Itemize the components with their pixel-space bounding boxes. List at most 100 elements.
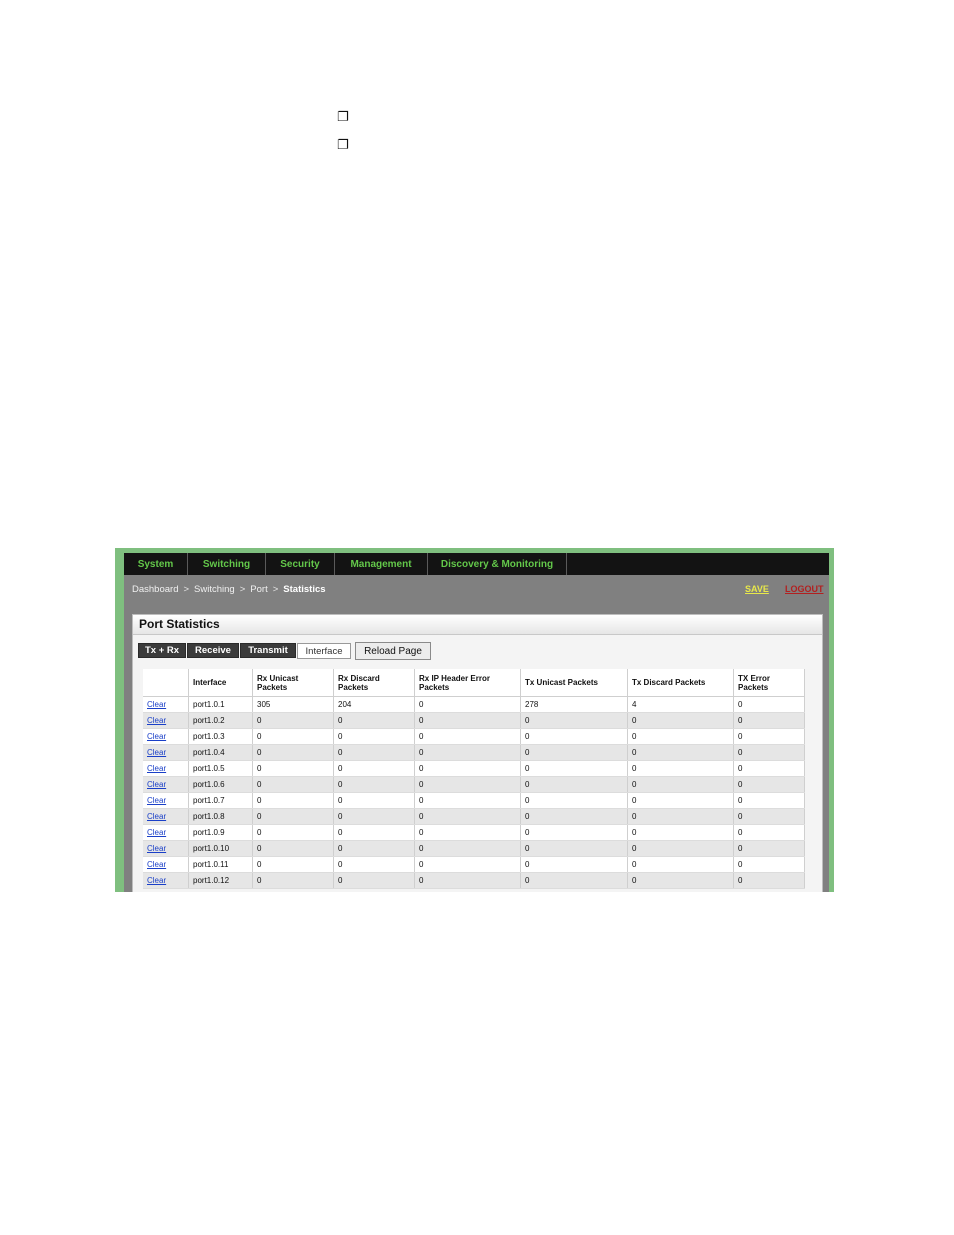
action-cell: Clear (143, 856, 189, 873)
tx-unicast-cell: 278 (520, 696, 628, 713)
save-link[interactable]: SAVE (745, 584, 769, 594)
tx-unicast-cell: 0 (520, 824, 628, 841)
clear-link[interactable]: Clear (147, 700, 166, 709)
screenshot-frame: System Switching Security Management Dis… (115, 548, 834, 892)
rx-ip-header-error-cell: 0 (414, 856, 521, 873)
interface-cell: port1.0.9 (188, 824, 253, 841)
breadcrumb: Dashboard > Switching > Port > Statistic… (132, 584, 326, 595)
tab-transmit[interactable]: Transmit (240, 643, 296, 658)
table-row: Clear port1.0.10 0 0 0 0 0 0 (143, 840, 805, 857)
breadcrumb-dashboard[interactable]: Dashboard (132, 584, 178, 595)
tx-error-cell: 0 (733, 712, 805, 729)
nav-switching[interactable]: Switching (188, 553, 266, 575)
tab-tx-rx[interactable]: Tx + Rx (138, 643, 186, 658)
column-header-rx-unicast: Rx Unicast Packets (252, 669, 334, 697)
reload-page-button[interactable]: Reload Page (355, 642, 431, 660)
interface-cell: port1.0.10 (188, 840, 253, 857)
breadcrumb-separator: > (183, 584, 190, 595)
table-row: Clear port1.0.11 0 0 0 0 0 0 (143, 856, 805, 873)
action-cell: Clear (143, 792, 189, 809)
nav-system[interactable]: System (124, 553, 188, 575)
clear-link[interactable]: Clear (147, 828, 166, 837)
rx-unicast-cell: 0 (252, 840, 334, 857)
action-cell: Clear (143, 872, 189, 889)
tx-discard-cell: 0 (627, 856, 734, 873)
clear-link[interactable]: Clear (147, 748, 166, 757)
interface-cell: port1.0.12 (188, 872, 253, 889)
rx-discard-cell: 0 (333, 728, 415, 745)
tx-error-cell: 0 (733, 808, 805, 825)
tx-discard-cell: 0 (627, 792, 734, 809)
table-body: Clear port1.0.1 305 204 0 278 4 0 Clear port1.0.2… (143, 696, 805, 889)
clear-link[interactable]: Clear (147, 764, 166, 773)
clear-link[interactable]: Clear (147, 812, 166, 821)
tx-error-cell: 0 (733, 760, 805, 777)
clear-link[interactable]: Clear (147, 844, 166, 853)
tx-error-cell: 0 (733, 728, 805, 745)
top-nav: System Switching Security Management Dis… (124, 553, 829, 576)
tab-receive[interactable]: Receive (187, 643, 239, 658)
nav-discovery-monitoring[interactable]: Discovery & Monitoring (428, 553, 567, 575)
rx-unicast-cell: 0 (252, 792, 334, 809)
rx-ip-header-error-cell: 0 (414, 872, 521, 889)
rx-unicast-cell: 0 (252, 824, 334, 841)
action-cell: Clear (143, 824, 189, 841)
table-row: Clear port1.0.4 0 0 0 0 0 0 (143, 744, 805, 761)
interface-cell: port1.0.7 (188, 792, 253, 809)
clear-link[interactable]: Clear (147, 732, 166, 741)
table-row: Clear port1.0.7 0 0 0 0 0 0 (143, 792, 805, 809)
tx-discard-cell: 0 (627, 824, 734, 841)
breadcrumb-port[interactable]: Port (250, 584, 267, 595)
tx-discard-cell: 0 (627, 776, 734, 793)
table-row: Clear port1.0.2 0 0 0 0 0 0 (143, 712, 805, 729)
tx-error-cell: 0 (733, 776, 805, 793)
rx-ip-header-error-cell: 0 (414, 744, 521, 761)
rx-ip-header-error-cell: 0 (414, 840, 521, 857)
rx-discard-cell: 0 (333, 776, 415, 793)
interface-cell: port1.0.1 (188, 696, 253, 713)
tab-interface[interactable]: Interface (297, 643, 351, 659)
clear-link[interactable]: Clear (147, 876, 166, 885)
clear-link[interactable]: Clear (147, 716, 166, 725)
tx-discard-cell: 0 (627, 760, 734, 777)
breadcrumb-switching[interactable]: Switching (194, 584, 235, 595)
column-header-tx-discard: Tx Discard Packets (627, 669, 734, 697)
tx-unicast-cell: 0 (520, 840, 628, 857)
table-row: Clear port1.0.12 0 0 0 0 0 0 (143, 872, 805, 889)
nav-security[interactable]: Security (266, 553, 335, 575)
rx-discard-cell: 0 (333, 840, 415, 857)
table-row: Clear port1.0.9 0 0 0 0 0 0 (143, 824, 805, 841)
table-row: Clear port1.0.8 0 0 0 0 0 0 (143, 808, 805, 825)
rx-unicast-cell: 0 (252, 808, 334, 825)
table-row: Clear port1.0.5 0 0 0 0 0 0 (143, 760, 805, 777)
nav-management[interactable]: Management (335, 553, 428, 575)
breadcrumb-statistics: Statistics (283, 584, 326, 595)
rx-discard-cell: 0 (333, 712, 415, 729)
tx-unicast-cell: 0 (520, 808, 628, 825)
tx-discard-cell: 4 (627, 696, 734, 713)
rx-discard-cell: 0 (333, 744, 415, 761)
tx-discard-cell: 0 (627, 744, 734, 761)
logout-link[interactable]: LOGOUT (785, 584, 824, 594)
rx-ip-header-error-cell: 0 (414, 792, 521, 809)
tx-error-cell: 0 (733, 696, 805, 713)
rx-unicast-cell: 0 (252, 776, 334, 793)
rx-discard-cell: 204 (333, 696, 415, 713)
table-row: Clear port1.0.1 305 204 0 278 4 0 (143, 696, 805, 713)
interface-cell: port1.0.4 (188, 744, 253, 761)
clear-link[interactable]: Clear (147, 860, 166, 869)
column-header-rx-discard: Rx Discard Packets (333, 669, 415, 697)
tx-discard-cell: 0 (627, 808, 734, 825)
column-header-rx-ip-header-error: Rx IP Header Error Packets (414, 669, 521, 697)
interface-cell: port1.0.3 (188, 728, 253, 745)
clear-link[interactable]: Clear (147, 780, 166, 789)
column-header-tx-error: TX Error Packets (733, 669, 805, 697)
tx-unicast-cell: 0 (520, 712, 628, 729)
action-cell: Clear (143, 712, 189, 729)
clear-link[interactable]: Clear (147, 796, 166, 805)
rx-unicast-cell: 0 (252, 760, 334, 777)
rx-unicast-cell: 0 (252, 712, 334, 729)
rx-unicast-cell: 0 (252, 872, 334, 889)
interface-cell: port1.0.11 (188, 856, 253, 873)
port-statistics-panel: Port Statistics Tx + Rx Receive Transmit… (132, 614, 823, 892)
